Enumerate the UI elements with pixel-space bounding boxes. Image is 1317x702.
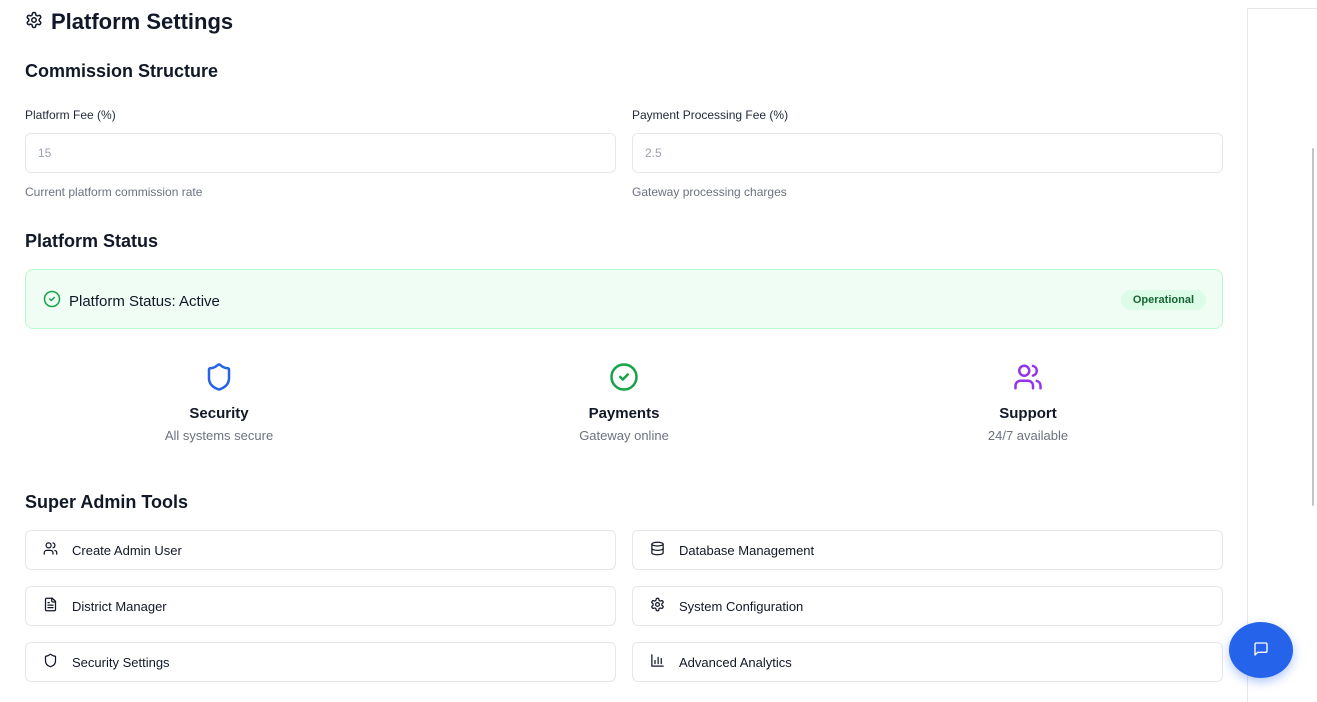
processing-fee-input[interactable]: [632, 133, 1223, 173]
database-icon: [650, 541, 665, 559]
system-configuration-label: System Configuration: [679, 598, 804, 614]
database-management-label: Database Management: [679, 542, 815, 558]
stat-security: Security All systems secure: [69, 362, 369, 443]
processing-fee-help: Gateway processing charges: [632, 185, 787, 199]
security-settings-label: Security Settings: [72, 654, 170, 670]
create-admin-user-button[interactable]: Create Admin User: [25, 530, 616, 570]
gear-icon: [650, 597, 665, 615]
security-settings-button[interactable]: Security Settings: [25, 642, 616, 682]
status-message-text: Platform Status: Active: [69, 292, 220, 310]
advanced-analytics-button[interactable]: Advanced Analytics: [632, 642, 1223, 682]
tools-heading: Super Admin Tools: [25, 492, 189, 512]
advanced-analytics-label: Advanced Analytics: [679, 654, 792, 670]
chat-icon: [1253, 641, 1269, 660]
platform-fee-help: Current platform commission rate: [25, 185, 203, 199]
district-manager-button[interactable]: District Manager: [25, 586, 616, 626]
users-icon: [878, 362, 1178, 392]
stat-security-title: Security: [189, 405, 249, 422]
scrollbar-thumb[interactable]: [1312, 148, 1314, 506]
platform-fee-input[interactable]: [25, 133, 616, 173]
status-message: Platform Status: Active: [43, 290, 220, 312]
shield-icon: [43, 653, 58, 671]
shield-icon: [69, 362, 369, 392]
platform-fee-label: Platform Fee (%): [25, 108, 116, 122]
chat-button[interactable]: [1229, 622, 1293, 678]
gear-icon: [25, 9, 43, 35]
bar-chart-icon: [650, 653, 665, 671]
stat-payments-subtitle: Gateway online: [579, 428, 669, 443]
page-title-text: Platform Settings: [51, 9, 234, 34]
stat-payments-title: Payments: [588, 405, 660, 422]
status-banner: Platform Status: Active Operational: [25, 269, 1223, 329]
check-circle-icon: [43, 290, 61, 312]
create-admin-user-label: Create Admin User: [72, 542, 182, 558]
page-title: Platform Settings: [25, 9, 233, 35]
commission-heading: Commission Structure: [25, 61, 219, 81]
district-manager-label: District Manager: [72, 598, 167, 614]
stat-support: Support 24/7 available: [878, 362, 1178, 443]
stat-payments: Payments Gateway online: [474, 362, 774, 443]
status-badge: Operational: [1120, 290, 1206, 310]
stat-support-subtitle: 24/7 available: [987, 428, 1069, 443]
database-management-button[interactable]: Database Management: [632, 530, 1223, 570]
system-configuration-button[interactable]: System Configuration: [632, 586, 1223, 626]
file-text-icon: [43, 597, 58, 615]
processing-fee-label: Payment Processing Fee (%): [632, 108, 789, 122]
check-circle-icon: [474, 362, 774, 392]
stat-security-subtitle: All systems secure: [164, 428, 274, 443]
users-icon: [43, 541, 58, 559]
status-heading: Platform Status: [25, 231, 159, 251]
stat-support-title: Support: [999, 405, 1057, 422]
